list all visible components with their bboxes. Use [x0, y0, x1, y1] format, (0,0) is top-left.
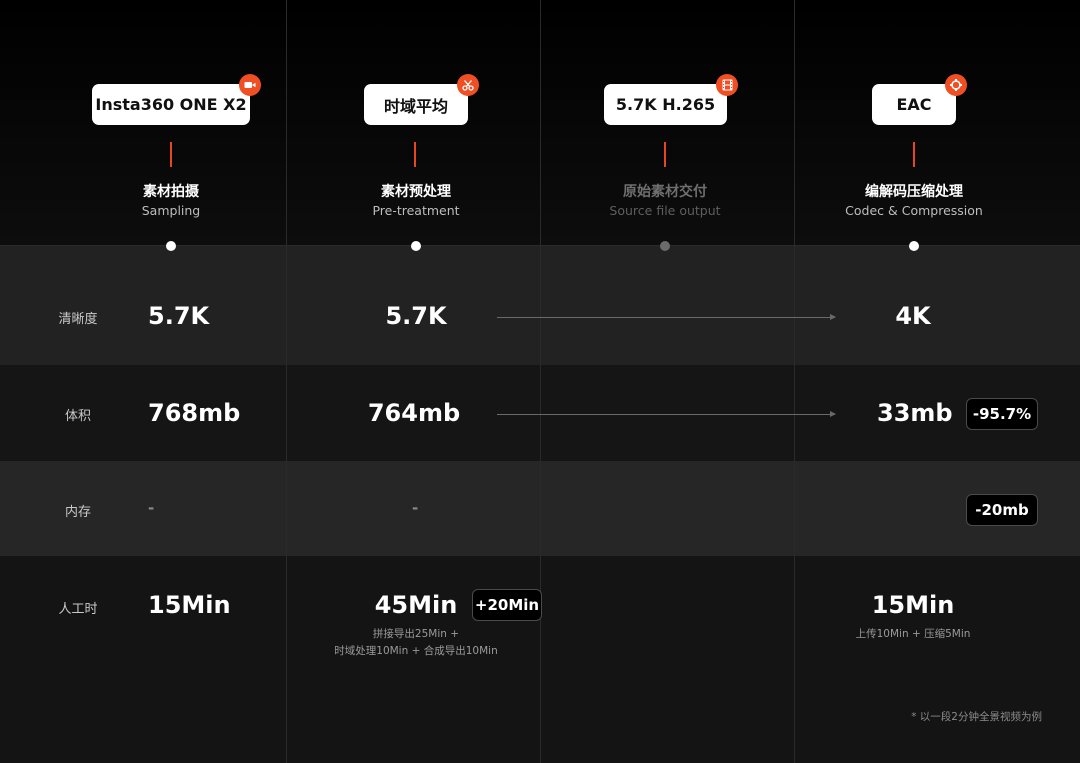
scissors-icon [457, 74, 479, 96]
note-line: 时域处理10Min + 合成导出10Min [334, 645, 498, 657]
stage-chip-time-average: 时域平均 [364, 74, 479, 125]
labor-codec-note: 上传10Min + 压缩5Min [855, 628, 971, 640]
stage-chip-label: 时域平均 [383, 96, 448, 116]
row-label-size: 体积 [64, 409, 91, 424]
stage-chip-label: EAC [896, 95, 932, 114]
timeline-dot [909, 241, 919, 251]
stage-tick [664, 142, 666, 167]
arrow-right-icon [497, 314, 836, 320]
column-divider [286, 0, 287, 763]
labor-pretreatment-note: 拼接导出25Min + 时域处理10Min + 合成导出10Min [296, 626, 536, 660]
stage-tick [414, 142, 416, 167]
size-codec-value: 33mb [877, 399, 953, 427]
row-label-clarity: 清晰度 [58, 312, 98, 327]
stage-title-cn: 素材预处理 [381, 184, 451, 200]
row-label-labor: 人工时 [58, 602, 98, 617]
stage-title-en: Pre-treatment [372, 203, 460, 218]
stage-chip-eac: EAC [872, 74, 967, 125]
memory-pretreatment-value: - [412, 499, 419, 517]
camera-icon [239, 74, 261, 96]
stage-chip-camera: Insta360 ONE X2 [92, 74, 261, 125]
timeline-dot [660, 241, 670, 251]
stage-chip-codec-format: 5.7K H.265 [604, 74, 738, 125]
clarity-sampling-value: 5.7K [148, 302, 210, 330]
stage-title-en: Sampling [141, 203, 201, 218]
stage-title-cn: 编解码压缩处理 [865, 184, 963, 200]
column-divider [794, 0, 795, 763]
column-divider [540, 0, 541, 763]
cube-icon [945, 74, 967, 96]
stage-tick [913, 142, 915, 167]
timeline-dot [166, 241, 176, 251]
film-icon [716, 74, 738, 96]
size-delta-badge: -95.7% [966, 398, 1038, 430]
note-line: 拼接导出25Min + [372, 628, 460, 640]
size-pretreatment-value: 764mb [367, 399, 461, 427]
arrow-right-icon [497, 411, 836, 417]
footnote: * 以一段2分钟全景视频为例 [911, 711, 1042, 723]
stage-title-en: Codec & Compression [845, 203, 983, 218]
labor-codec-value: 15Min [871, 591, 955, 619]
clarity-pretreatment-value: 5.7K [385, 302, 447, 330]
size-sampling-value: 768mb [148, 399, 241, 427]
stage-title-cn: 原始素材交付 [623, 184, 707, 200]
timeline-dot [411, 241, 421, 251]
memory-delta-badge: -20mb [966, 494, 1038, 526]
stage-title-en: Source file output [609, 203, 721, 218]
clarity-codec-value: 4K [895, 302, 931, 330]
memory-sampling-value: - [148, 499, 155, 517]
stage-tick [170, 142, 172, 167]
labor-sampling-value: 15Min [148, 591, 231, 619]
stage-chip-label: Insta360 ONE X2 [95, 95, 247, 114]
row-label-memory: 内存 [64, 505, 91, 520]
stage-chip-label: 5.7K H.265 [615, 95, 716, 114]
labor-delta-badge: +20Min [472, 589, 542, 621]
stage-title-cn: 素材拍摄 [143, 184, 199, 200]
